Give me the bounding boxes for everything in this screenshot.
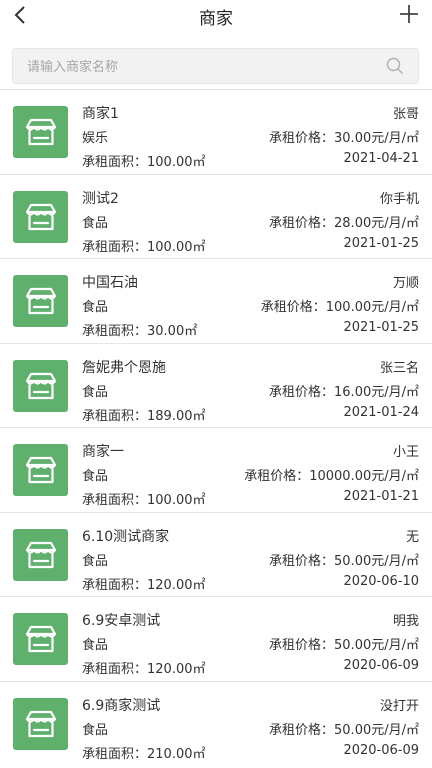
plus-icon [400, 5, 418, 23]
merchant-owner: 没打开 [379, 698, 419, 714]
merchant-category: 娱乐 [82, 131, 109, 146]
merchant-name: 6.9商家测试 [82, 697, 161, 714]
merchant-category: 食品 [82, 722, 109, 738]
merchant-list-item[interactable]: 中国石油 万顺 食品 承租价格：100.00元/月/㎡ 承租面积：30.00㎡ … [0, 258, 432, 343]
merchant-rent-area: 承租面积：120.00㎡ [82, 662, 206, 677]
merchant-owner: 小王 [392, 445, 419, 460]
merchant-owner: 无 [405, 529, 419, 545]
merchant-list-item[interactable]: 6.10测试商家 无 食品 承租价格：50.00元/月/㎡ 承租面积：120.0… [0, 511, 432, 596]
merchant-thumbnail [13, 359, 68, 412]
store-icon [25, 203, 56, 230]
merchant-rent-price: 承租价格：50.00元/月/㎡ [269, 722, 419, 738]
merchant-rent-price: 承租价格：100.00元/月/㎡ [260, 300, 419, 315]
merchant-rent-price: 承租价格：28.00元/月/㎡ [269, 215, 419, 231]
store-icon [25, 118, 56, 146]
store-icon [25, 541, 56, 568]
merchant-thumbnail [13, 613, 68, 665]
merchant-category: 食品 [82, 300, 109, 315]
store-icon [25, 625, 56, 653]
merchant-rent-price: 承租价格：50.00元/月/㎡ [269, 553, 419, 569]
merchant-list-item[interactable]: 詹妮弗个恩施 张三名 食品 承租价格：16.00元/月/㎡ 承租面积：189.0… [0, 342, 432, 427]
merchant-thumbnail [13, 275, 68, 327]
merchant-date: 2021-01-25 [343, 235, 419, 251]
merchant-thumbnail [13, 106, 68, 158]
merchant-rent-area: 承租面积：120.00㎡ [82, 577, 206, 593]
merchant-date: 2021-01-24 [343, 404, 419, 420]
merchant-name: 商家1 [82, 106, 119, 122]
search-box [12, 48, 419, 85]
search-bar [0, 34, 432, 90]
merchant-date: 2021-01-21 [343, 489, 419, 504]
merchant-rent-area: 承租面积：100.00㎡ [82, 493, 206, 508]
search-icon[interactable] [386, 57, 404, 75]
merchant-owner: 万顺 [392, 276, 419, 291]
merchant-name: 商家一 [82, 444, 124, 460]
merchant-name: 詹妮弗个恩施 [82, 359, 166, 376]
merchant-thumbnail [13, 190, 68, 243]
store-icon [25, 710, 56, 737]
add-merchant-button[interactable] [398, 2, 420, 26]
merchant-rent-area: 承租面积：100.00㎡ [82, 155, 206, 170]
merchant-owner: 明我 [392, 614, 419, 629]
merchant-rent-price: 承租价格：10000.00元/月/㎡ [244, 469, 419, 484]
merchant-rent-price: 承租价格：30.00元/月/㎡ [269, 131, 419, 146]
merchant-date: 2020-06-09 [343, 742, 419, 758]
merchant-list-item[interactable]: 6.9安卓测试 明我 食品 承租价格：50.00元/月/㎡ 承租面积：120.0… [0, 596, 432, 681]
merchant-owner: 张三名 [379, 360, 419, 376]
merchant-list-item[interactable]: 测试2 你手机 食品 承租价格：28.00元/月/㎡ 承租面积：100.00㎡ … [0, 173, 432, 258]
merchant-list-item[interactable]: 6.9商家测试 没打开 食品 承租价格：50.00元/月/㎡ 承租面积：210.… [0, 680, 432, 765]
merchant-owner: 张哥 [392, 107, 419, 122]
merchant-category: 食品 [82, 553, 109, 569]
merchant-rent-area: 承租面积：100.00㎡ [82, 239, 206, 255]
merchant-category: 食品 [82, 638, 109, 653]
merchant-thumbnail [13, 697, 68, 750]
merchant-date: 2021-01-25 [343, 320, 419, 335]
top-bar: 商家 [0, 0, 432, 34]
merchant-list: 商家1 张哥 娱乐 承租价格：30.00元/月/㎡ 承租面积：100.00㎡ 2… [0, 89, 432, 765]
merchant-category: 食品 [82, 215, 109, 231]
merchant-thumbnail [13, 528, 68, 581]
store-icon [25, 372, 56, 399]
store-icon [25, 456, 56, 484]
merchant-date: 2021-04-21 [343, 151, 419, 166]
merchant-name: 6.10测试商家 [82, 528, 170, 545]
merchant-date: 2020-06-09 [343, 658, 419, 673]
merchant-rent-price: 承租价格：16.00元/月/㎡ [269, 384, 419, 400]
merchant-list-item[interactable]: 商家1 张哥 娱乐 承租价格：30.00元/月/㎡ 承租面积：100.00㎡ 2… [0, 89, 432, 174]
store-icon [25, 287, 56, 315]
merchant-category: 食品 [82, 469, 109, 484]
merchant-name: 6.9安卓测试 [82, 613, 161, 629]
merchant-owner: 你手机 [379, 191, 419, 207]
merchant-rent-area: 承租面积：210.00㎡ [82, 746, 206, 762]
merchant-rent-area: 承租面积：189.00㎡ [82, 408, 206, 424]
merchant-name: 测试2 [82, 190, 119, 207]
page-title: 商家 [199, 9, 233, 29]
search-input[interactable] [25, 49, 389, 85]
merchant-name: 中国石油 [82, 275, 138, 291]
merchant-date: 2020-06-10 [343, 573, 419, 589]
merchant-category: 食品 [82, 384, 109, 400]
merchant-rent-price: 承租价格：50.00元/月/㎡ [269, 638, 419, 653]
merchant-rent-area: 承租面积：30.00㎡ [82, 324, 198, 339]
merchant-thumbnail [13, 444, 68, 496]
merchant-list-item[interactable]: 商家一 小王 食品 承租价格：10000.00元/月/㎡ 承租面积：100.00… [0, 427, 432, 512]
